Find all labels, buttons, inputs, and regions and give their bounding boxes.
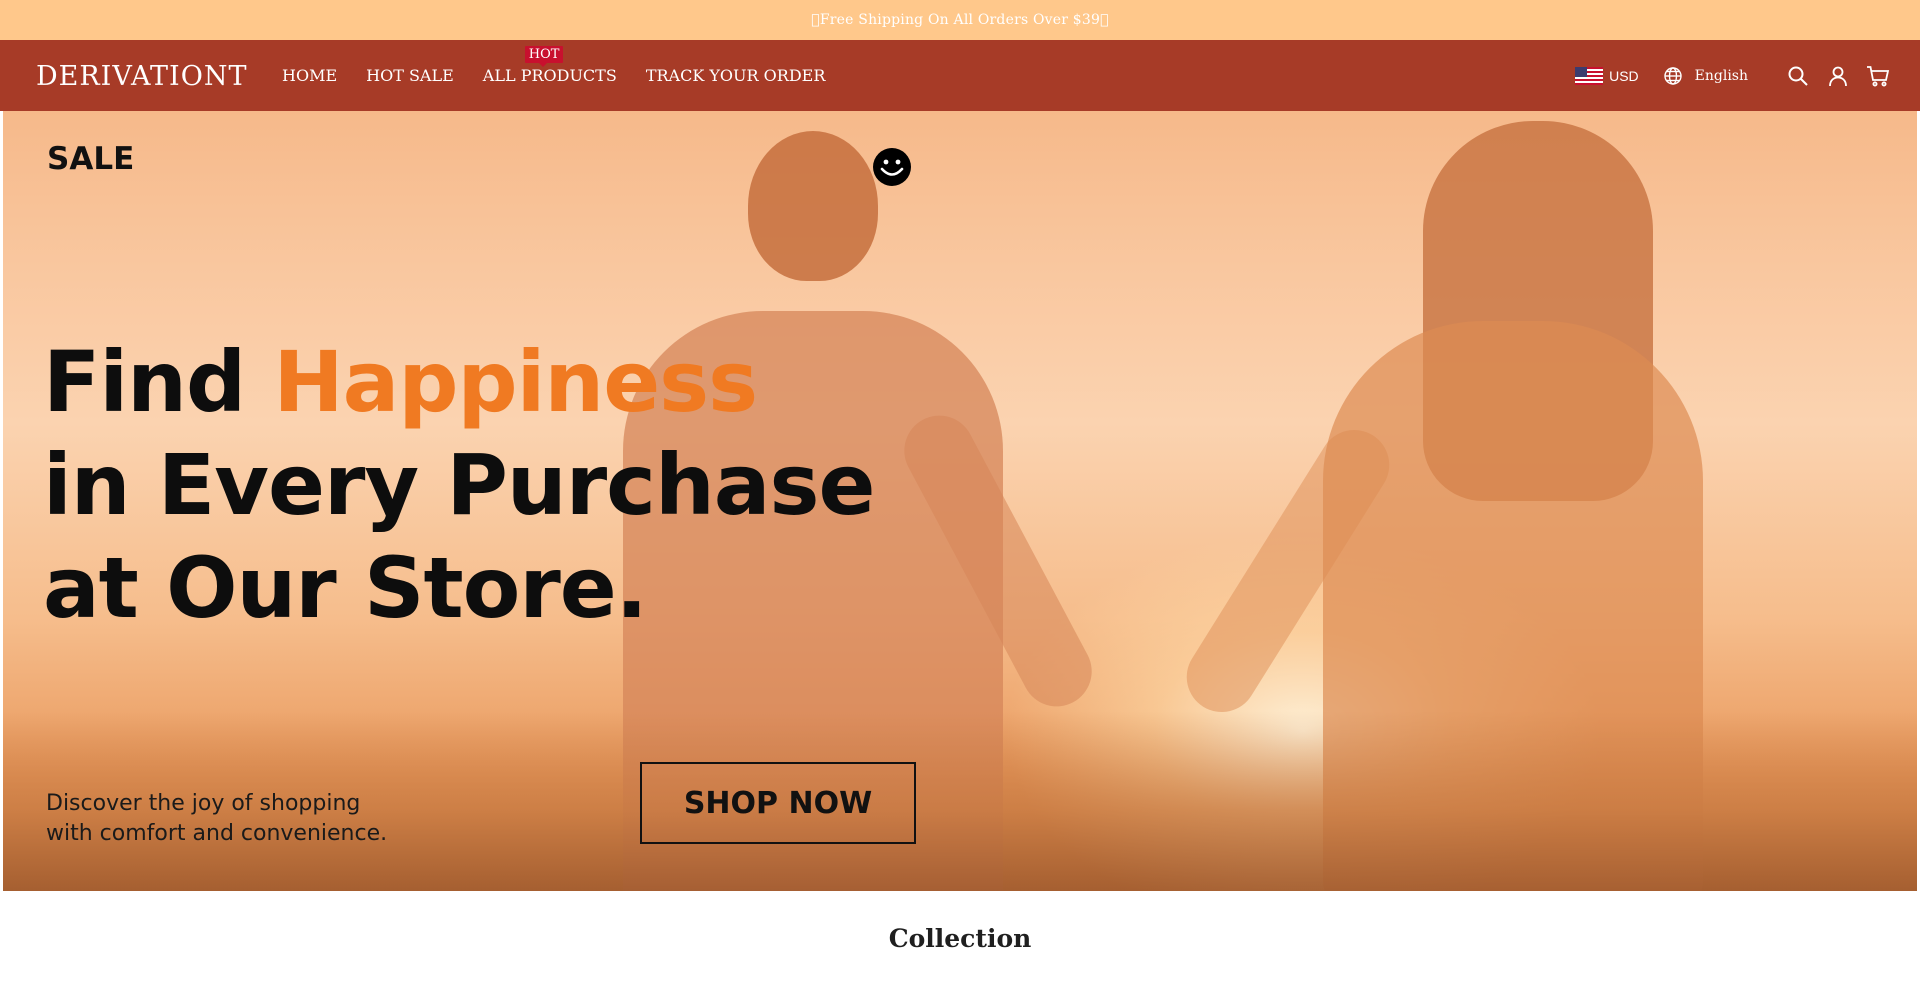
us-flag-icon — [1575, 66, 1604, 85]
nav-item-all-products[interactable]: HOT ALL PRODUCTS — [482, 46, 617, 85]
nav-item-track-order[interactable]: TRACK YOUR ORDER — [646, 66, 826, 85]
headline-line3: at Our Store. — [43, 539, 648, 637]
nav-item-home[interactable]: HOME — [282, 66, 337, 85]
sale-tag: SALE — [47, 141, 135, 177]
site-logo[interactable]: DERIVATIONT — [36, 58, 247, 94]
subtext-line1: Discover the joy of shopping — [46, 791, 361, 816]
currency-label: USD — [1609, 67, 1639, 84]
nav-label: HOT SALE — [366, 66, 454, 85]
headline-accent: Happiness — [273, 333, 758, 431]
hero-subtext: Discover the joy of shopping with comfor… — [46, 789, 387, 849]
hero-headline: Find Happiness in Every Purchase at Our … — [43, 331, 875, 640]
nav-label: ALL PRODUCTS — [482, 66, 617, 85]
language-label: English — [1694, 67, 1748, 84]
nav-label: HOME — [282, 66, 338, 85]
globe-icon — [1663, 66, 1682, 85]
collection-heading: Collection — [888, 924, 1032, 953]
language-selector[interactable]: English — [1663, 66, 1748, 86]
nav-label: TRACK YOUR ORDER — [645, 66, 826, 85]
logo-text: DERIVATIONT — [36, 60, 248, 92]
currency-selector[interactable]: USD — [1575, 66, 1639, 85]
nav-item-hot-sale[interactable]: HOT SALE — [366, 66, 454, 85]
main-nav: HOME HOT SALE HOT ALL PRODUCTS TRACK YOU… — [282, 40, 854, 111]
hero-banner: SALE Find Happiness in Every Purchase at… — [3, 111, 1917, 891]
hot-badge: HOT — [524, 46, 564, 67]
smiley-icon — [873, 148, 911, 186]
search-icon[interactable] — [1786, 64, 1810, 88]
cart-icon[interactable] — [1866, 64, 1890, 88]
headline-line2: in Every Purchase — [43, 436, 875, 534]
headline-plain: Find — [43, 333, 274, 431]
headline-line1: Find Happiness — [43, 333, 758, 431]
site-header: DERIVATIONT HOME HOT SALE HOT ALL PRODUC… — [0, 40, 1920, 111]
subtext-line2: with comfort and convenience. — [46, 821, 388, 846]
header-actions: USD English — [1575, 40, 1890, 111]
man-silhouette-head — [748, 131, 878, 281]
account-icon[interactable] — [1826, 64, 1850, 88]
announcement-bar:  Free Shipping On All Orders Over $39  — [0, 0, 1920, 40]
shop-now-button[interactable]: SHOP NOW — [640, 762, 916, 844]
announcement-text:  Free Shipping On All Orders Over $39  — [811, 12, 1109, 28]
